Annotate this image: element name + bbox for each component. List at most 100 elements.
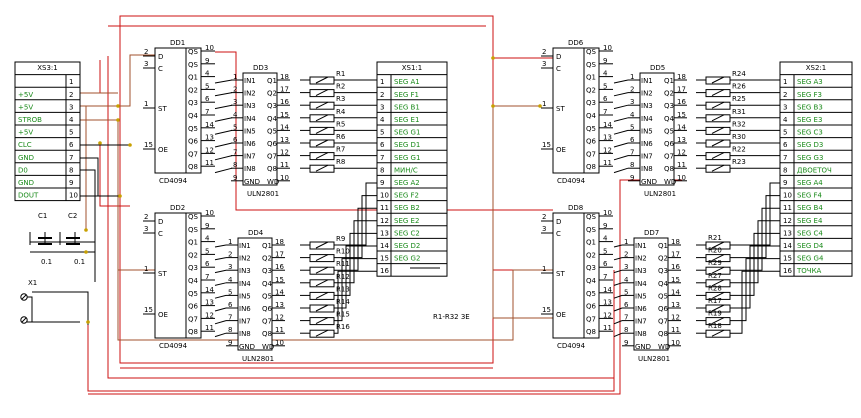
row-label: SEG D2 bbox=[394, 242, 420, 250]
q-to-in bbox=[613, 332, 623, 338]
junction-dot bbox=[538, 104, 542, 108]
r-to-xs2 bbox=[730, 232, 780, 296]
pin-number: 5 bbox=[228, 288, 232, 296]
chip-name: DD2 bbox=[170, 204, 185, 212]
pin-number: 5 bbox=[630, 123, 634, 131]
row-label: +5V bbox=[18, 91, 33, 99]
pin-name: Q2 bbox=[188, 86, 198, 94]
pin-name: D bbox=[556, 218, 561, 226]
pin-number: 6 bbox=[233, 136, 238, 144]
pin-name: WD bbox=[267, 178, 279, 186]
pin-number: 18 bbox=[275, 238, 284, 246]
pin-number: 17 bbox=[280, 86, 289, 94]
q-to-in bbox=[214, 129, 233, 135]
pin-name: WD bbox=[664, 178, 676, 186]
pin-name: IN6 bbox=[239, 305, 251, 313]
chip-part: CD4094 bbox=[557, 342, 586, 350]
pin-number: 15 bbox=[671, 276, 680, 284]
row-number: 6 bbox=[380, 141, 385, 149]
cd4094-dd8: DD8 CD4094 2 D 3 C 1 ST 15 OE QS 10 QS 9 Q1 4 Q2 5 Q3 6 Q4 7 Q… bbox=[541, 204, 613, 350]
pin-number: 9 bbox=[624, 339, 628, 347]
pin-name: Q5 bbox=[188, 125, 198, 133]
pin-number: 11 bbox=[275, 326, 284, 334]
pin-number: 9 bbox=[205, 57, 209, 65]
pin-name: Q6 bbox=[586, 138, 597, 146]
q-to-in bbox=[613, 282, 623, 286]
connector-title: XS2:1 bbox=[806, 64, 827, 72]
pin-name: C bbox=[158, 230, 163, 238]
row-number: 13 bbox=[783, 229, 792, 237]
resistor-label: R12 bbox=[336, 273, 350, 281]
pin-name: C bbox=[556, 230, 561, 238]
row-number: 10 bbox=[380, 192, 389, 200]
pin-number: 1 bbox=[144, 265, 148, 273]
pin-name: Q7 bbox=[658, 318, 668, 326]
row-label: SEG B3 bbox=[797, 103, 823, 111]
xs3-wires bbox=[80, 144, 130, 282]
pin-number: 1 bbox=[233, 73, 237, 81]
q-to-in bbox=[214, 155, 233, 161]
junction-dot bbox=[491, 104, 495, 108]
pin-name: Q2 bbox=[188, 251, 198, 259]
pin-name: Q2 bbox=[586, 86, 596, 94]
pin-name: IN1 bbox=[635, 242, 647, 250]
row-number: 2 bbox=[69, 91, 73, 99]
orange-vcc bbox=[80, 92, 118, 230]
pin-number: 10 bbox=[603, 209, 612, 217]
pin-number: 7 bbox=[205, 108, 209, 116]
resistor-label: R24 bbox=[732, 70, 746, 78]
pin-number: 3 bbox=[542, 225, 546, 233]
pin-number: 2 bbox=[228, 251, 232, 259]
c1-label: C1 bbox=[38, 212, 47, 220]
pin-number: 1 bbox=[630, 73, 634, 81]
pin-number: 5 bbox=[205, 247, 209, 255]
resistor-label: R2 bbox=[336, 83, 345, 91]
pin-name: IN2 bbox=[239, 255, 251, 263]
row-number: 3 bbox=[69, 103, 73, 111]
r-to-xs2 bbox=[730, 220, 780, 284]
uln2801-dd3: DD3 ULN2801 1 IN1 2 IN2 3 IN3 4 IN4 5 IN5 6 IN6 7 IN7 8 I… bbox=[231, 64, 290, 198]
pin-name: Q2 bbox=[262, 255, 272, 263]
chip-part: CD4094 bbox=[159, 177, 188, 185]
resistor-label: R14 bbox=[336, 298, 350, 306]
row-number: 1 bbox=[783, 78, 787, 86]
row-label: SEG C3 bbox=[797, 129, 823, 137]
pin-name: IN2 bbox=[244, 90, 256, 98]
pin-number: 15 bbox=[542, 306, 551, 314]
resistor-label: R23 bbox=[732, 158, 746, 166]
pin-name: Q7 bbox=[188, 150, 198, 158]
row-number: 3 bbox=[783, 103, 787, 111]
pin-number: 3 bbox=[542, 60, 546, 68]
pin-name: IN6 bbox=[641, 140, 653, 148]
x1-wires bbox=[27, 291, 89, 325]
pin-name: Q4 bbox=[586, 112, 597, 120]
row-number: 6 bbox=[69, 141, 74, 149]
pin-number: 13 bbox=[205, 299, 214, 307]
q-to-in bbox=[214, 117, 233, 122]
pin-name: Q4 bbox=[188, 112, 199, 120]
pin-name: Q4 bbox=[586, 277, 597, 285]
pin-number: 18 bbox=[280, 73, 289, 81]
pin-name: Q4 bbox=[267, 115, 278, 123]
pin-number: 12 bbox=[677, 149, 686, 157]
pin-number: 10 bbox=[671, 339, 680, 347]
pin-name: QS bbox=[188, 61, 199, 69]
pin-number: 3 bbox=[228, 263, 232, 271]
pin-name: ST bbox=[556, 105, 565, 113]
junction-dot bbox=[128, 143, 132, 147]
c2-label: C2 bbox=[68, 212, 77, 220]
connector-title: XS3:1 bbox=[37, 64, 58, 72]
uln2801-dd7: DD7 ULN2801 1 IN1 2 IN2 3 IN3 4 IN4 5 IN5 6 IN6 7 IN7 8 I… bbox=[622, 229, 681, 363]
q-to-in bbox=[613, 320, 623, 325]
pin-name: QS bbox=[188, 48, 199, 56]
pin-name: OE bbox=[556, 311, 566, 319]
pin-name: Q6 bbox=[658, 305, 669, 313]
q-to-in bbox=[214, 142, 233, 148]
pin-name: Q4 bbox=[658, 280, 669, 288]
pin-number: 16 bbox=[280, 98, 289, 106]
pin-name: Q4 bbox=[262, 280, 273, 288]
row-number: 9 bbox=[69, 179, 73, 187]
chip-name: DD4 bbox=[248, 229, 264, 237]
row-number: 11 bbox=[380, 204, 389, 212]
pin-number: 14 bbox=[671, 288, 680, 296]
